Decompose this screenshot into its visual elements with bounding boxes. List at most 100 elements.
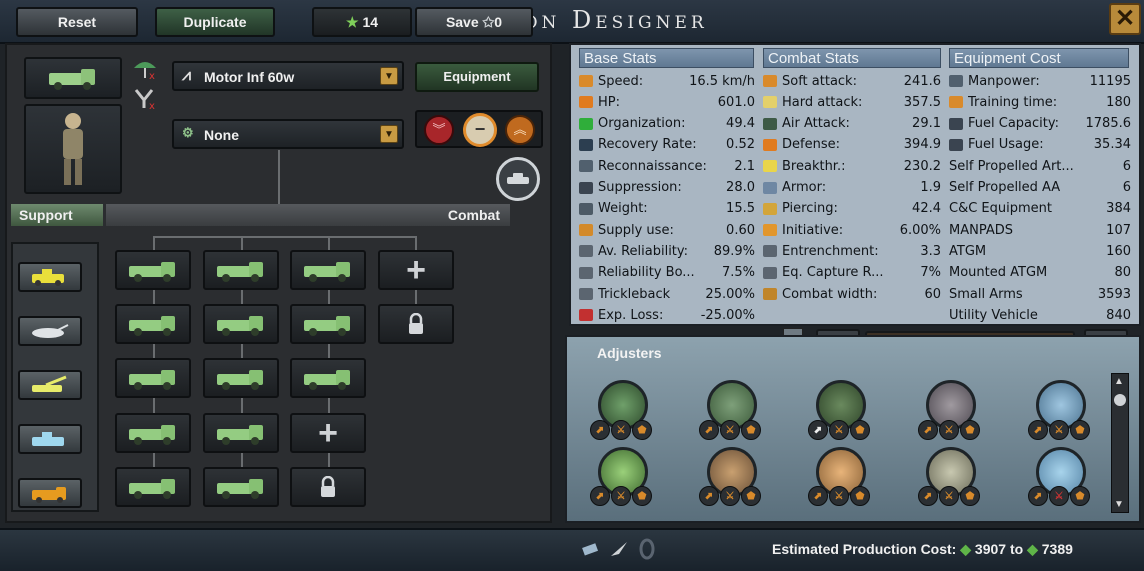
stat-label: Weight: <box>598 201 648 217</box>
stat-value: 6.00% <box>899 222 941 238</box>
support-slot-3[interactable] <box>18 370 82 400</box>
combat-slot[interactable] <box>203 467 279 507</box>
combat-slot[interactable] <box>203 358 279 398</box>
stat-label: Hard attack: <box>782 94 863 110</box>
combat-slot[interactable] <box>115 467 191 507</box>
stat-label: Mounted ATGM <box>949 265 1048 281</box>
division-portrait[interactable] <box>24 104 122 194</box>
template-name: Motor Inf 60w <box>204 69 295 85</box>
exp-loss-icon <box>579 309 593 322</box>
combat-width-icon <box>763 288 777 300</box>
recon-icon <box>579 160 593 173</box>
stat-value: 89.9% <box>713 243 755 259</box>
star-icon: ✩ <box>482 14 495 30</box>
priority-normal-button[interactable]: − <box>463 113 497 147</box>
organization-icon <box>579 117 593 130</box>
scroll-up-icon[interactable]: ▲ <box>1114 376 1124 387</box>
support-slot-4[interactable] <box>18 424 82 454</box>
priority-high-button[interactable]: ︽ <box>505 115 535 145</box>
chevron-down-icon[interactable]: ▼ <box>380 125 398 143</box>
save-button[interactable]: Save ✩0 <box>415 7 533 37</box>
save-cost: 0 <box>494 14 503 30</box>
marine-icon[interactable]: x <box>132 86 158 112</box>
stat-row: Training time: 180 <box>949 92 1131 112</box>
stat-label: Defense: <box>782 137 840 153</box>
stat-value: 0.52 <box>726 137 755 153</box>
combat-slot[interactable] <box>290 358 366 398</box>
stat-label: Fuel Usage: <box>968 137 1044 153</box>
breakthrough-icon <box>763 160 777 173</box>
stat-row: Hard attack: 357.5 <box>763 92 941 112</box>
stat-row: Mounted ATGM 80 <box>949 263 1131 283</box>
duplicate-button[interactable]: Duplicate <box>155 7 275 37</box>
stat-label: Recovery Rate: <box>598 137 697 153</box>
combat-slot[interactable] <box>115 358 191 398</box>
template-name-field[interactable]: ⩘ Motor Inf 60w ▼ <box>172 61 404 91</box>
recovery-icon <box>579 138 593 151</box>
add-battalion-button[interactable]: + <box>290 413 366 453</box>
stat-label: Manpower: <box>968 73 1040 89</box>
close-button[interactable]: ✕ <box>1109 3 1141 35</box>
stat-label: MANPADS <box>949 222 1013 238</box>
unit-type-toggle-button[interactable] <box>496 157 540 201</box>
equipment-cost-header: Equipment Cost <box>949 48 1129 68</box>
paratrooper-icon[interactable]: x <box>132 56 158 82</box>
combat-slot[interactable] <box>115 250 191 290</box>
stat-label: Breakthr.: <box>782 158 846 174</box>
priority-low-button[interactable]: ︾ <box>424 115 454 145</box>
stat-value: 2.1 <box>734 158 755 174</box>
reliability-icon <box>579 245 593 258</box>
add-battalion-button[interactable]: + <box>378 250 454 290</box>
manpower-icon <box>949 75 963 87</box>
combat-slot[interactable] <box>290 304 366 344</box>
stat-label: Eq. Capture R... <box>782 265 884 281</box>
stat-row: Eq. Capture R... 7% <box>763 263 941 283</box>
combat-slot[interactable] <box>203 413 279 453</box>
stat-value: 357.5 <box>903 94 941 110</box>
defense-icon <box>763 138 777 151</box>
support-truck-icon <box>32 487 66 503</box>
stat-row: Manpower: 11195 <box>949 71 1131 91</box>
motorized-truck-icon <box>217 316 263 336</box>
hp-icon <box>579 96 593 109</box>
combat-slot[interactable] <box>290 250 366 290</box>
stat-row: Self Propelled Art... 6 <box>949 156 1131 176</box>
equipment-button[interactable]: Equipment <box>415 62 539 92</box>
entrenchment-icon <box>763 245 777 258</box>
plane-icon <box>609 540 629 558</box>
stat-row: Fuel Capacity: 1785.6 <box>949 114 1131 134</box>
support-slot-1[interactable] <box>18 262 82 292</box>
stat-row: HP: 601.0 <box>579 92 755 112</box>
role-dropdown[interactable]: ⚙ None ▼ <box>172 119 404 149</box>
chevron-down-icon[interactable]: ▼ <box>380 67 398 85</box>
stat-row: Combat width: 60 <box>763 284 941 304</box>
star-icon: ★ <box>345 14 359 30</box>
stat-value: 394.9 <box>903 137 941 153</box>
stat-value: 6 <box>1122 180 1131 195</box>
adjusters-scrollbar[interactable]: ▲ ▼ <box>1111 373 1129 513</box>
stat-row: Exp. Loss: -25.00% <box>579 305 755 325</box>
stat-label: Air Attack: <box>782 116 850 132</box>
support-slot-2[interactable] <box>18 316 82 346</box>
stat-row: Initiative: 6.00% <box>763 220 941 240</box>
stat-label: Self Propelled AA <box>949 180 1061 195</box>
motorized-truck-icon <box>129 425 175 445</box>
combat-slot[interactable] <box>115 304 191 344</box>
reset-button[interactable]: Reset <box>16 7 138 37</box>
experience-display: ★ 14 <box>312 7 412 37</box>
trickleback-icon <box>579 288 593 300</box>
terrain-modifiers: ⬈ ⚔ ⬟ <box>699 486 761 506</box>
scroll-thumb[interactable] <box>1114 394 1126 406</box>
stat-value: 241.6 <box>903 73 941 89</box>
stat-row: Supply use: 0.60 <box>579 220 755 240</box>
capture-icon <box>763 266 777 279</box>
production-cost-max: 7389 <box>1041 541 1073 557</box>
stat-row: Small Arms 3593 <box>949 284 1131 304</box>
combat-slot[interactable] <box>115 413 191 453</box>
combat-slot[interactable] <box>203 250 279 290</box>
division-symbol-button[interactable] <box>24 57 122 99</box>
production-icon: ◆ <box>960 541 972 557</box>
scroll-down-icon[interactable]: ▼ <box>1114 499 1124 510</box>
combat-slot[interactable] <box>203 304 279 344</box>
support-slot-5[interactable] <box>18 478 82 508</box>
